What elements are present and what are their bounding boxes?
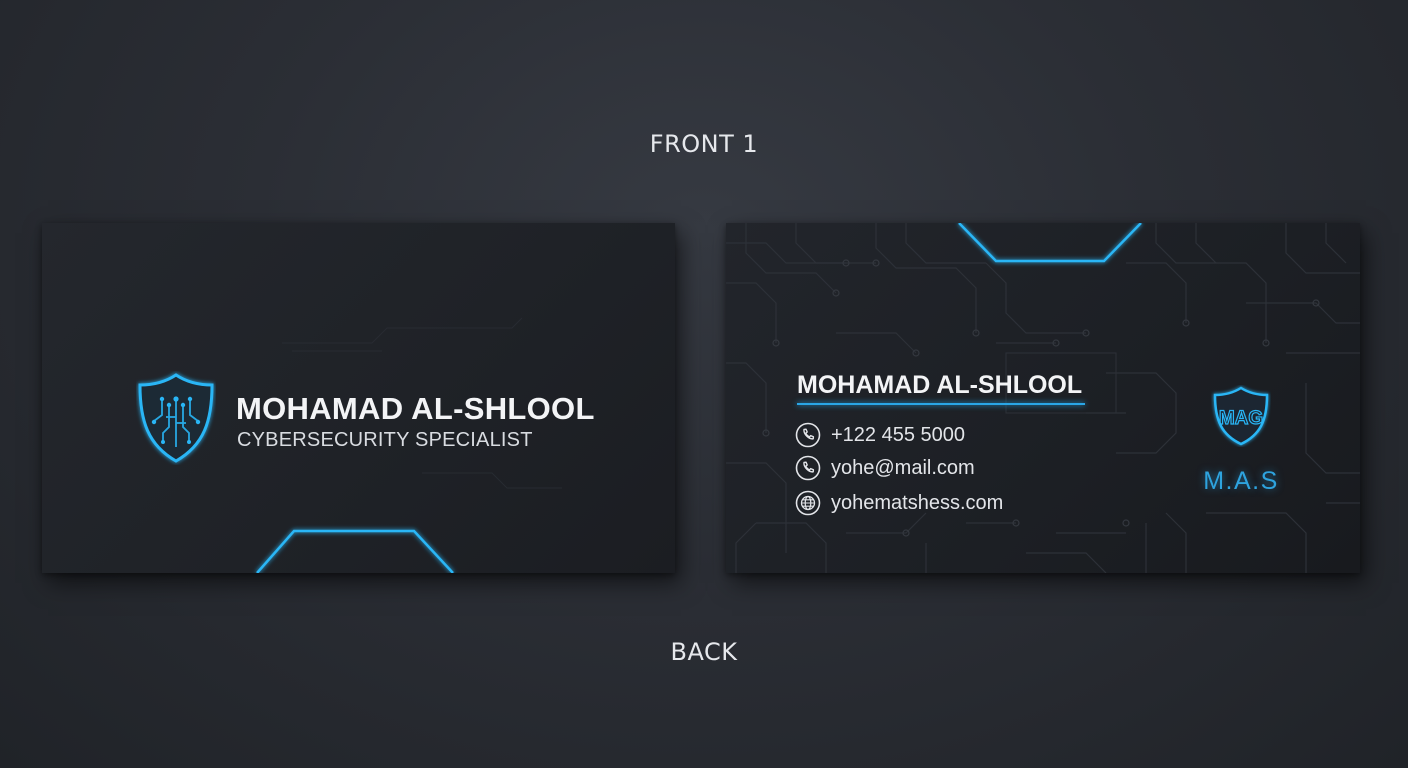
business-card-front: MOHAMAD AL-SHLOOL CYBERSECURITY SPECIALI… [42, 223, 675, 573]
contact-phone-text: +122 455 5000 [831, 423, 966, 446]
contact-website: yohematshess.com [795, 489, 1003, 517]
contact-phone: +122 455 5000 [795, 421, 965, 449]
contact-email-text: yohe@mail.com [831, 456, 975, 479]
monogram-text: MAG [1219, 408, 1263, 429]
name-underline [797, 403, 1085, 405]
front-caption: FRONT 1 [649, 130, 759, 158]
globe-icon [795, 490, 821, 516]
back-caption: BACK [670, 638, 738, 666]
front-job-title: CYBERSECURITY SPECIALIST [237, 429, 533, 451]
circuit-shield-icon [138, 373, 214, 463]
phone-icon [795, 422, 821, 448]
glow-trapezoid-shape [958, 223, 1142, 263]
contact-website-text: yohematshess.com [831, 491, 1004, 514]
business-card-back: MOHAMAD AL-SHLOOL +122 455 5000 yohe@mai… [726, 223, 1360, 573]
monogram-shield-logo: MAG [1213, 386, 1269, 446]
back-name: MOHAMAD AL-SHLOOL [797, 371, 1083, 399]
glow-trapezoid-shape [256, 529, 454, 573]
contact-email: yohe@mail.com [795, 454, 975, 482]
phone-icon [795, 455, 821, 481]
front-name: MOHAMAD AL-SHLOOL [236, 391, 595, 426]
back-initials: M.A.S [1203, 467, 1279, 495]
